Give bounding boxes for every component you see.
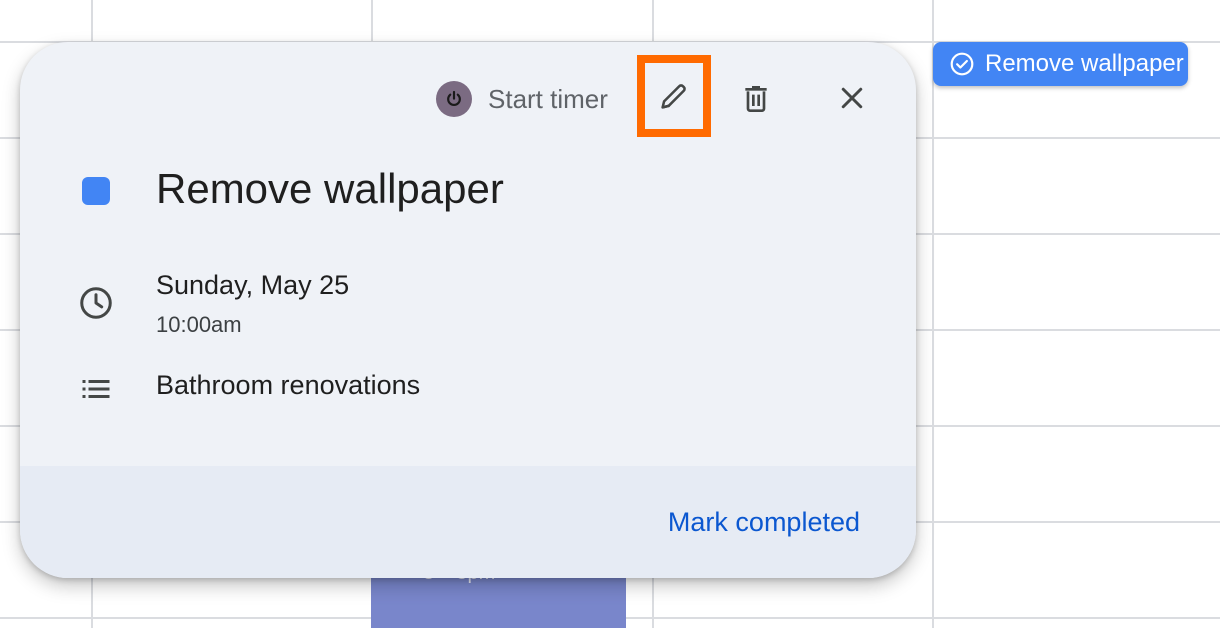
task-list-name: Bathroom renovations [156, 370, 421, 400]
start-timer-label: Start timer [488, 83, 608, 114]
task-date: Sunday, May 25 [156, 270, 350, 300]
check-circle-icon [950, 52, 974, 76]
power-icon [436, 81, 472, 117]
close-button[interactable] [824, 70, 880, 126]
task-title: Remove wallpaper [156, 165, 504, 212]
clock-icon [80, 287, 112, 319]
calendar-task-chip[interactable]: Remove wallpaper [933, 42, 1188, 86]
popup-toolbar: Start timer [20, 42, 916, 152]
grid-column-divider [932, 0, 934, 628]
pencil-icon [661, 84, 686, 109]
edit-button[interactable] [637, 55, 711, 137]
mark-completed-button[interactable]: Mark completed [668, 507, 860, 538]
list-icon [82, 380, 110, 398]
trash-icon [745, 86, 767, 112]
calendar-task-chip-label: Remove wallpaper [985, 50, 1184, 77]
start-timer-button[interactable]: Start timer [436, 80, 608, 118]
task-time: 10:00am [156, 312, 242, 337]
task-detail-popup: Start timer Remove wallpaper Sunday, May… [20, 42, 916, 578]
task-color-indicator [82, 177, 110, 205]
close-icon [841, 87, 863, 109]
delete-button[interactable] [728, 70, 784, 126]
